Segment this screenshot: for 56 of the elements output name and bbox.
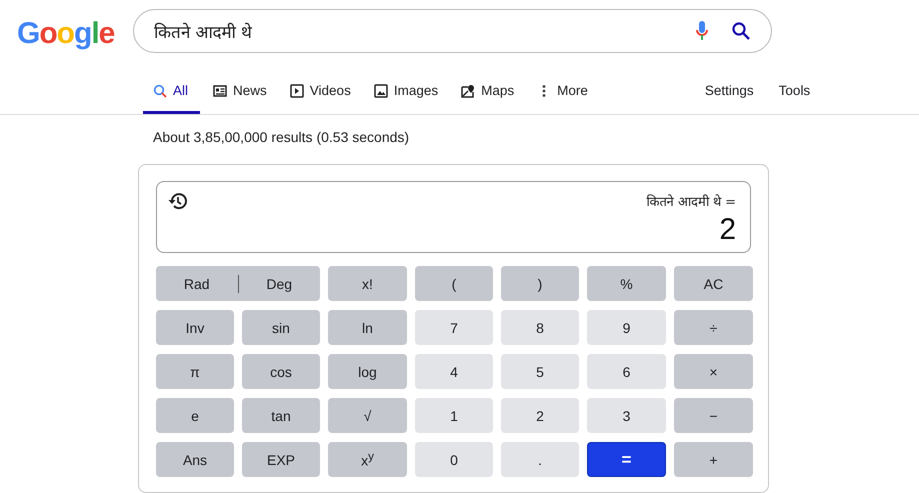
calculator-key[interactable]: ): [501, 266, 579, 301]
angle-button[interactable]: Rad: [156, 266, 238, 301]
calculator-key[interactable]: √: [328, 398, 407, 433]
calculator-key[interactable]: Ans: [156, 442, 234, 477]
nav-tab[interactable]: Maps: [451, 70, 524, 114]
calculator-key[interactable]: 8: [501, 310, 579, 345]
calculator-key[interactable]: .: [501, 442, 579, 477]
calculator-key[interactable]: Inv: [156, 310, 234, 345]
calculator-key[interactable]: 2: [501, 398, 579, 433]
calculator-key[interactable]: 4: [415, 354, 493, 389]
calculator-key[interactable]: −: [674, 398, 753, 433]
calculator-key[interactable]: ÷: [674, 310, 753, 345]
search-icon: [153, 84, 167, 98]
calculator-key[interactable]: log: [328, 354, 407, 389]
microphone-icon: [695, 20, 709, 42]
calculator-key[interactable]: 3: [587, 398, 666, 433]
calculator-key[interactable]: AC: [674, 266, 753, 301]
calculator-key[interactable]: 9: [587, 310, 666, 345]
angle-button[interactable]: Deg: [238, 266, 320, 301]
calculator-expression: कितने आदमी थे =: [646, 193, 736, 210]
calculator-key[interactable]: (: [415, 266, 493, 301]
google-logo[interactable]: Google: [17, 17, 133, 51]
search-query: कितने आदमी थे: [154, 22, 254, 42]
calculator-key[interactable]: ln: [328, 310, 407, 345]
calculator-key[interactable]: π: [156, 354, 234, 389]
calculator-key[interactable]: =: [587, 442, 666, 477]
newspaper-icon: [213, 84, 228, 98]
nav-tab[interactable]: More: [527, 70, 598, 114]
calculator-result: 2: [718, 213, 736, 247]
calculator-key[interactable]: 6: [587, 354, 666, 389]
calculator-key[interactable]: cos: [242, 354, 320, 389]
calculator-key[interactable]: sin: [242, 310, 320, 345]
nav-link[interactable]: Settings: [704, 83, 754, 98]
search-icon: [731, 21, 751, 41]
play-icon: [290, 84, 304, 98]
calculator-key[interactable]: x!: [328, 266, 407, 301]
calculator-key[interactable]: 1: [415, 398, 493, 433]
calculator-key[interactable]: 7: [415, 310, 493, 345]
image-icon: [374, 84, 388, 98]
nav-tab[interactable]: Images: [364, 70, 448, 114]
calculator-key[interactable]: e: [156, 398, 234, 433]
history-icon: [167, 190, 189, 212]
calculator-key[interactable]: 5: [501, 354, 579, 389]
calculator-key[interactable]: ×: [674, 354, 753, 389]
nav-tab[interactable]: Videos: [280, 70, 361, 114]
nav-tab[interactable]: News: [203, 70, 277, 114]
search-field[interactable]: कितने आदमी थे: [133, 9, 772, 53]
map-pin-icon: [461, 84, 476, 98]
calculator-key[interactable]: 0: [415, 442, 493, 477]
nav-link[interactable]: Tools: [778, 83, 810, 98]
calculator-key[interactable]: EXP: [242, 442, 320, 477]
calculator-key[interactable]: %: [587, 266, 666, 301]
calculator-key[interactable]: +: [674, 442, 753, 477]
calculator-key[interactable]: tan: [242, 398, 320, 433]
calculator-key[interactable]: x$^{y}$: [328, 442, 407, 477]
result-stats: About 3,85,00,000 results (0.53 seconds): [153, 129, 410, 145]
